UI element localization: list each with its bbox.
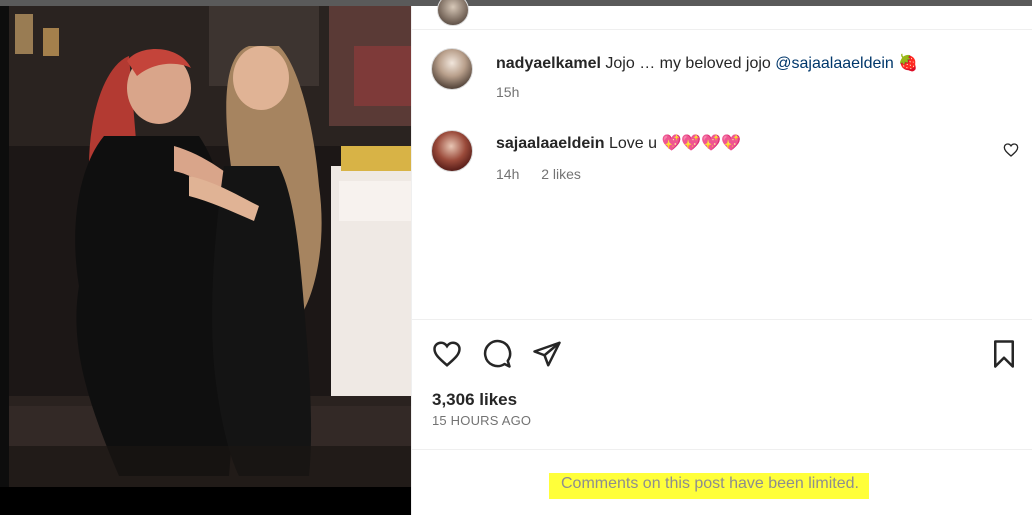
caption-body: Jojo … my beloved jojo <box>605 55 771 72</box>
actions-divider <box>412 319 1032 320</box>
heart-outline-icon[interactable] <box>1003 142 1019 158</box>
caption-mention[interactable]: @sajaalaaeldein <box>775 55 894 72</box>
post-header <box>412 0 1032 30</box>
caption-text: nadyaelkamel Jojo … my beloved jojo @saj… <box>496 54 918 74</box>
paper-plane-icon[interactable] <box>532 339 562 369</box>
likes-count[interactable]: 3,306 likes <box>432 390 517 410</box>
comment-body: Love u <box>608 135 658 152</box>
caption-username[interactable]: nadyaelkamel <box>496 55 601 72</box>
post-photo[interactable] <box>9 6 411 487</box>
author-avatar[interactable] <box>437 0 469 26</box>
comments-divider <box>412 449 1032 450</box>
comment-bubble-icon[interactable] <box>482 339 512 369</box>
photo-letterbox <box>0 487 411 515</box>
caption-time[interactable]: 15h <box>496 84 519 100</box>
comment-text: sajaalaaeldein Love u 💖💖💖💖 <box>496 134 741 154</box>
post-photo-panel <box>0 6 411 515</box>
comment-username[interactable]: sajaalaaeldein <box>496 135 605 152</box>
comment-avatar[interactable] <box>431 130 473 172</box>
bookmark-icon[interactable] <box>989 339 1019 369</box>
caption-avatar[interactable] <box>431 48 473 90</box>
comments-limited-notice: Comments on this post have been limited. <box>549 473 869 499</box>
post-details-panel: nadyaelkamel Jojo … my beloved jojo @saj… <box>411 0 1032 515</box>
comment-meta: 14h 2 likes <box>496 166 599 182</box>
post-timestamp: 15 HOURS AGO <box>432 413 532 428</box>
comment-likes[interactable]: 2 likes <box>541 166 581 182</box>
comment-emojis: 💖💖💖💖 <box>661 135 742 152</box>
comment-time[interactable]: 14h <box>496 166 519 182</box>
heart-icon[interactable] <box>432 339 462 369</box>
caption-meta: 15h <box>496 84 537 100</box>
strawberry-emoji: 🍓 <box>898 55 919 72</box>
